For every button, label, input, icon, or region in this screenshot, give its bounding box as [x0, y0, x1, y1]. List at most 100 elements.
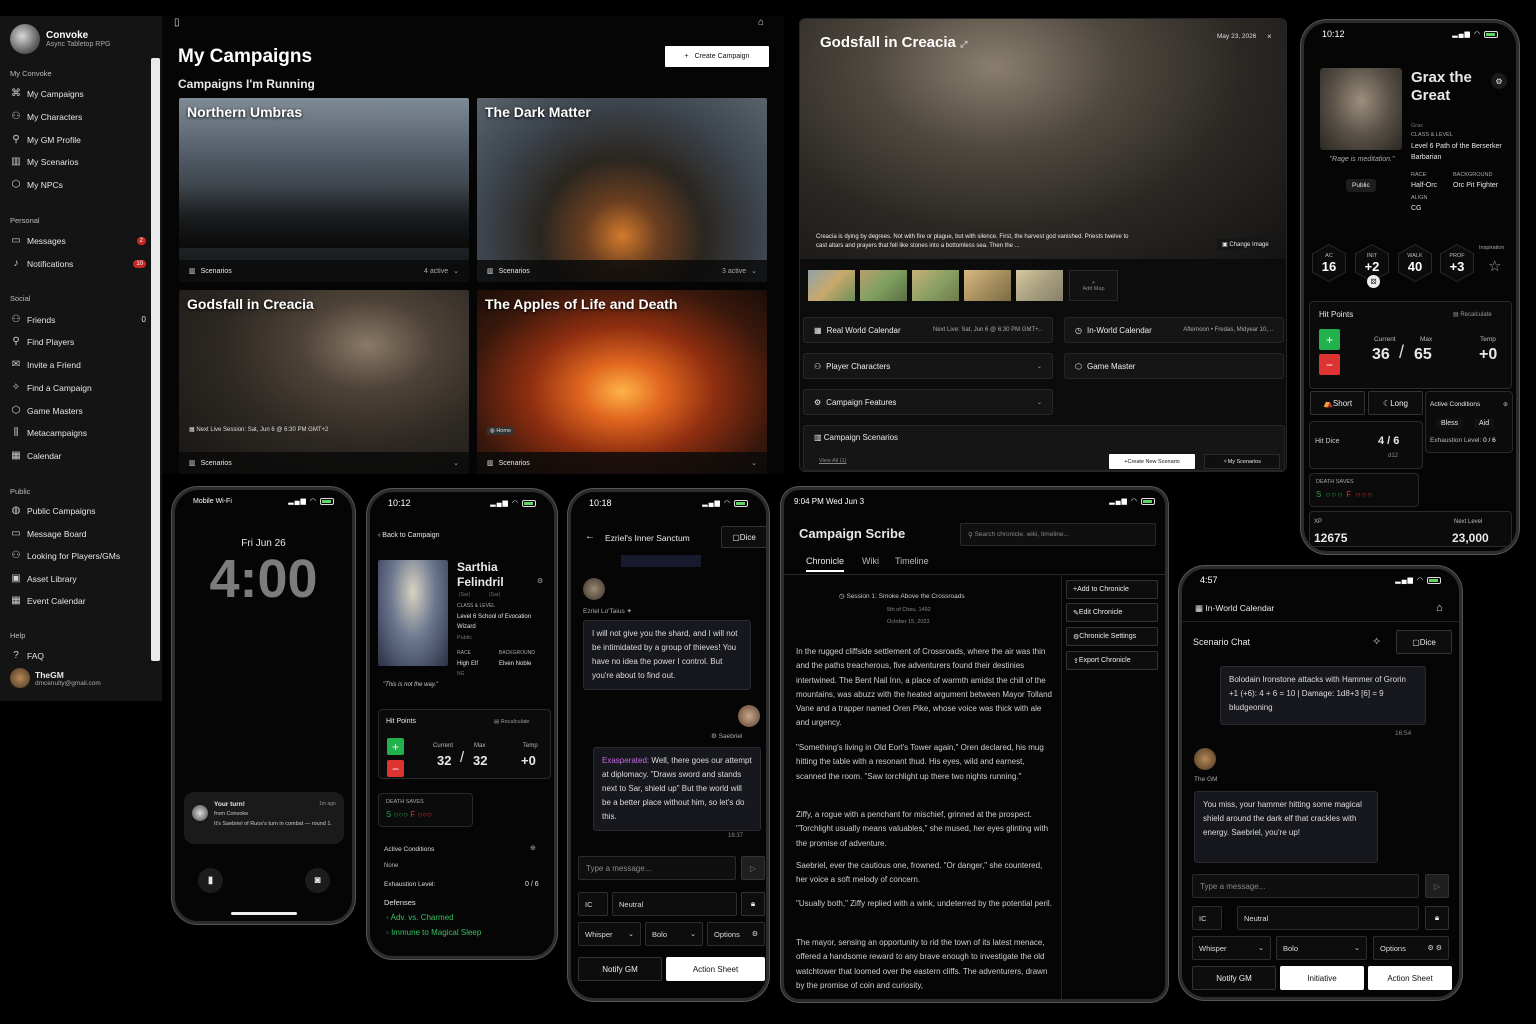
expand-icon[interactable]: ⤢ [960, 39, 967, 49]
sparkle-icon[interactable]: ✧ [1372, 635, 1381, 648]
settings-icon[interactable]: ⚙ [1491, 73, 1507, 89]
hit-dice-value[interactable]: 4 / 6 [1378, 435, 1399, 447]
ic-toggle[interactable]: IC [1192, 906, 1222, 930]
user-profile[interactable]: TheGM dmcenulty@gmail.com [10, 668, 101, 688]
settings-icon[interactable]: ⚙ [537, 577, 543, 585]
sidebar-item-gm-profile[interactable]: ⚲ My GM Profile [10, 134, 146, 145]
message-input[interactable]: Type a message... [1192, 874, 1419, 898]
exhaustion-value[interactable]: 0 / 6 [525, 881, 539, 888]
back-arrow-icon[interactable]: ← [585, 531, 595, 542]
sidebar-item-asset-library[interactable]: ▣ Asset Library [10, 573, 146, 584]
sidebar-item-message-board[interactable]: ▭ Message Board [10, 528, 146, 539]
home-icon[interactable]: ⌂ [758, 17, 764, 28]
create-campaign-button[interactable]: + Create Campaign [665, 46, 769, 67]
sidebar-item-metacampaigns[interactable]: ⫼ Metacampaigns [10, 427, 146, 438]
card-footer[interactable]: ▥ Scenarios ⌄ [179, 452, 469, 474]
map-thumbnail[interactable] [860, 270, 907, 301]
card-footer[interactable]: ▥ Scenarios 4 active ⌄ [179, 260, 469, 282]
real-world-calendar[interactable]: ▦ Real World Calendar Next Live: Sat, Jun … [803, 317, 1053, 343]
add-to-chronicle-button[interactable]: + Add to Chronicle [1066, 580, 1158, 599]
sidebar-scrollbar[interactable] [151, 58, 160, 661]
game-master-row[interactable]: ⬡ Game Master [1064, 353, 1284, 379]
initiative-button[interactable]: Initiative [1280, 966, 1364, 990]
whisper-select[interactable]: Whisper ⌄ [1192, 936, 1271, 960]
export-chronicle-button[interactable]: ⇪ Export Chronicle [1066, 651, 1158, 670]
sidebar-item-my-npcs[interactable]: ⬡ My NPCs [10, 179, 146, 190]
player-characters-row[interactable]: ⚇ Player Characters ⌄ [803, 353, 1053, 379]
death-save-pips[interactable]: S ○○○ F ○○○ [1316, 490, 1373, 499]
chronicle-settings-button[interactable]: ⚙ Chronicle Settings [1066, 627, 1158, 646]
home-icon[interactable]: ⌂ [1436, 602, 1443, 614]
heal-button[interactable]: + [1319, 329, 1340, 350]
tab-chronicle[interactable]: Chronicle [806, 556, 845, 572]
temp-hp[interactable]: +0 [521, 753, 536, 768]
dice-button[interactable]: ▢ Dice [721, 526, 766, 548]
map-thumbnail[interactable] [964, 270, 1011, 301]
damage-button[interactable]: − [387, 760, 404, 777]
short-rest-button[interactable]: ⛺ Short [1310, 391, 1365, 415]
search-input[interactable]: ⚲ Search chronicle, wiki, timeline... [960, 523, 1156, 546]
in-world-calendar[interactable]: ◷ In-World Calendar Afternoon • Fredas, Mi… [1064, 317, 1284, 343]
damage-button[interactable]: − [1319, 354, 1340, 375]
visibility[interactable]: Public [457, 635, 472, 641]
change-image-button[interactable]: ▣ Change Image [1217, 239, 1274, 250]
campaign-card[interactable]: Northern Umbras ▥ Scenarios 4 active ⌄ [179, 98, 469, 282]
my-scenarios-button[interactable]: ✧ My Scenarios [1204, 454, 1280, 469]
xp-value[interactable]: 12675 [1314, 531, 1347, 545]
sidebar-item-invite[interactable]: ✉ Invite a Friend [10, 359, 146, 370]
long-rest-button[interactable]: ☾ Long [1368, 391, 1423, 415]
home-indicator[interactable] [231, 912, 297, 915]
in-world-calendar-link[interactable]: ▦ In-World Calendar [1195, 603, 1274, 614]
campaign-card[interactable]: The Apples of Life and Death ◍ Home ▥ Sce… [477, 290, 767, 474]
message-input[interactable]: Type a message... [578, 856, 736, 880]
visibility-badge[interactable]: Public [1346, 179, 1376, 192]
map-thumbnail[interactable] [912, 270, 959, 301]
view-all-link[interactable]: View All (1) [819, 458, 846, 464]
campaign-card[interactable]: Godsfall in Creacia ▦ Next Live Session:… [179, 290, 469, 474]
send-icon[interactable]: ▷ [741, 856, 765, 880]
action-sheet-button[interactable]: Action Sheet [1368, 966, 1452, 990]
dice-icon[interactable]: ⚄ [1367, 275, 1380, 288]
add-map-button[interactable]: + Add Map [1069, 270, 1118, 301]
sidebar-toggle-icon[interactable]: ▯ [174, 17, 180, 28]
sidebar-item-notifications[interactable]: ♪ Notifications 10 [10, 258, 146, 269]
ic-toggle[interactable]: IC [578, 892, 608, 916]
map-thumbnail[interactable] [1016, 270, 1063, 301]
sidebar-item-faq[interactable]: ? FAQ [10, 650, 146, 661]
tab-timeline[interactable]: Timeline [895, 556, 929, 566]
action-sheet-button[interactable]: Action Sheet [666, 957, 765, 981]
flashlight-icon[interactable]: ▮ [198, 868, 223, 893]
temp-hp[interactable]: +0 [1479, 346, 1497, 364]
card-footer[interactable]: ▥ Scenarios 3 active ⌄ [477, 260, 767, 282]
sidebar-item-lfg[interactable]: ⚇ Looking for Players/GMs [10, 550, 146, 561]
bolo-select[interactable]: Bolo ⌄ [645, 922, 703, 946]
edit-chronicle-button[interactable]: ✎ Edit Chronicle [1066, 603, 1158, 622]
tone-select[interactable]: Neutral [1237, 906, 1419, 930]
options-button[interactable]: Options ⚙ ⚙ [1373, 936, 1449, 960]
star-icon[interactable]: ☆ [1488, 257, 1501, 275]
dice-button[interactable]: ▢ Dice [1396, 630, 1452, 654]
notification-card[interactable]: Your turn! 1m ago from Convoke It's Saeb… [184, 792, 344, 844]
exhaustion-value[interactable]: 0 / 6 [1483, 437, 1496, 444]
sidebar-item-event-calendar[interactable]: ▦ Event Calendar [10, 595, 146, 606]
bolo-select[interactable]: Bolo ⌄ [1276, 936, 1367, 960]
close-icon[interactable]: × [1267, 32, 1272, 41]
sidebar-item-game-masters[interactable]: ⬡ Game Masters [10, 405, 146, 416]
recalculate-button[interactable]: ▤ Recalculate [494, 719, 529, 725]
sidebar-item-messages[interactable]: ▭ Messages 2 [10, 235, 146, 246]
notify-gm-button[interactable]: Notify GM [578, 957, 662, 981]
back-link[interactable]: ‹ Back to Campaign [378, 532, 439, 539]
add-condition-icon[interactable]: ⊕ [530, 844, 536, 852]
add-condition-icon[interactable]: ⊕ [1503, 401, 1508, 408]
recalculate-button[interactable]: ▤ Recalculate [1453, 311, 1492, 318]
notify-gm-button[interactable]: Notify GM [1192, 966, 1276, 990]
sidebar-item-public-campaigns[interactable]: ◍ Public Campaigns [10, 505, 146, 516]
sidebar-item-calendar[interactable]: ▦ Calendar [10, 450, 146, 461]
send-icon[interactable]: ▷ [1425, 874, 1449, 898]
death-save-pips[interactable]: S ○○○ F ○○○ [386, 810, 432, 819]
tab-wiki[interactable]: Wiki [862, 556, 879, 566]
options-button[interactable]: Options ⚙ [707, 922, 765, 946]
sidebar-item-my-characters[interactable]: ⚇ My Characters [10, 111, 146, 122]
create-scenario-button[interactable]: + Create New Scenario [1109, 454, 1195, 469]
lock-icon[interactable]: 🔒︎ [741, 892, 765, 916]
